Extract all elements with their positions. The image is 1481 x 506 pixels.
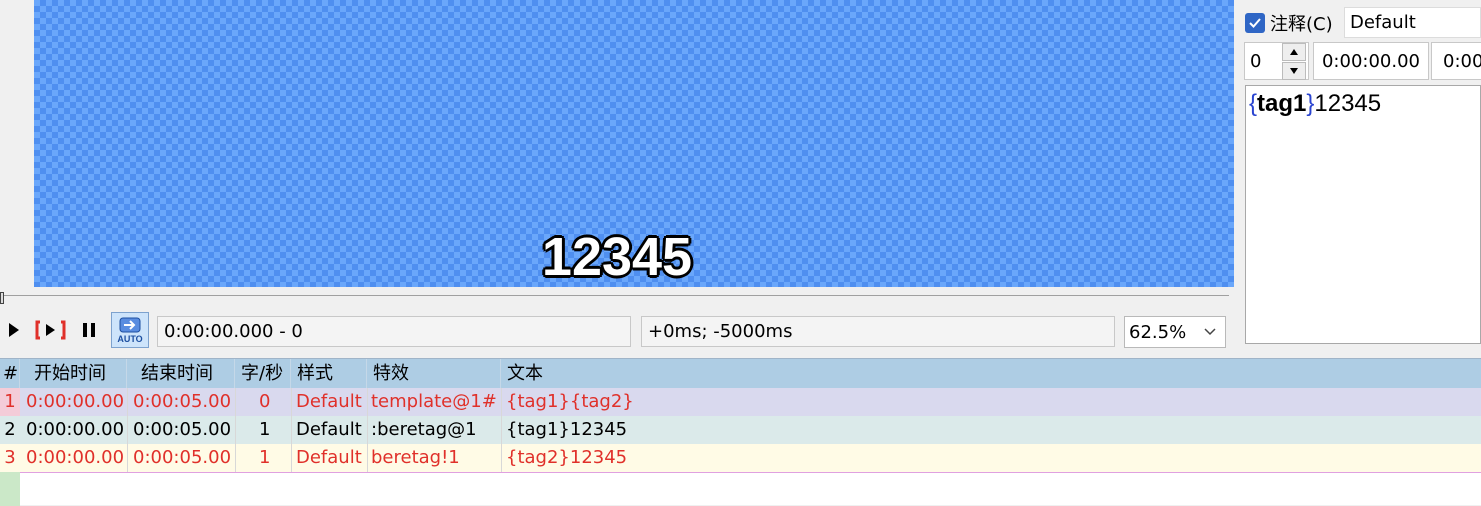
end-time-input[interactable]: 0:00	[1431, 42, 1481, 80]
tag-brace-open: {	[1249, 90, 1258, 117]
row-effect: beretag!1	[371, 447, 460, 468]
auto-scroll-button[interactable]: AUTO	[111, 312, 149, 348]
auto-scroll-icon	[119, 317, 141, 333]
row-style: Default	[296, 419, 362, 440]
row-cps: 1	[259, 419, 271, 440]
comment-checkbox[interactable]	[1245, 13, 1265, 33]
layer-spinner	[1282, 43, 1306, 80]
play-icon	[9, 323, 19, 337]
comment-label: 注释(C)	[1270, 14, 1333, 35]
spin-down-button[interactable]	[1282, 62, 1306, 80]
play-line-icon	[35, 320, 66, 340]
subtitle-text-editor[interactable]: {tag1}12345	[1245, 85, 1481, 344]
subtitle-grid[interactable]: # 开始时间 结束时间 字/秒 样式 特效 文本 1 0:00:00.00 0:…	[0, 358, 1481, 506]
arrow-down-icon	[1290, 68, 1298, 74]
zoom-value: 62.5%	[1129, 321, 1187, 343]
offset-display: +0ms; -5000ms	[641, 316, 1115, 347]
row-end: 0:00:05.00	[133, 419, 232, 440]
row-number: 3	[4, 447, 16, 468]
row-style: Default	[296, 447, 362, 468]
row-start: 0:00:00.00	[26, 391, 125, 412]
start-time-input[interactable]: 0:00:00.00	[1313, 42, 1429, 80]
grid-empty-gutter	[0, 472, 20, 506]
row-style: Default	[296, 391, 362, 412]
seek-track	[0, 295, 1229, 296]
video-display[interactable]: 12345	[34, 0, 1234, 287]
video-subtitle-text: 12345	[541, 227, 693, 287]
col-text[interactable]: 文本	[501, 359, 1481, 388]
row-end: 0:00:05.00	[133, 391, 232, 412]
checkmark-icon	[1249, 18, 1261, 28]
zoom-select[interactable]: 62.5%	[1124, 316, 1226, 348]
arrow-up-icon	[1290, 49, 1298, 55]
row-start: 0:00:00.00	[26, 447, 125, 468]
seek-handle[interactable]	[0, 292, 4, 304]
pause-button[interactable]	[76, 316, 102, 344]
col-effect[interactable]: 特效	[367, 359, 501, 388]
play-button[interactable]	[0, 316, 26, 344]
col-cps[interactable]: 字/秒	[235, 359, 291, 388]
row-end: 0:00:05.00	[133, 447, 232, 468]
seek-bar[interactable]	[0, 291, 1229, 301]
row-text: {tag1}12345	[506, 419, 628, 440]
col-start-time[interactable]: 开始时间	[20, 359, 127, 388]
table-row[interactable]: 1 0:00:00.00 0:00:05.00 0 Default templa…	[0, 388, 1481, 417]
row-text: {tag2}12345	[506, 447, 628, 468]
text-content: 12345	[1314, 90, 1382, 117]
row-effect: template@1#	[371, 391, 497, 412]
row-cps: 0	[259, 391, 271, 412]
table-row[interactable]: 3 0:00:00.00 0:00:05.00 1 Default bereta…	[0, 444, 1481, 473]
row-text: {tag1}{tag2}	[506, 391, 634, 412]
left-strip	[0, 0, 34, 290]
row-cps: 1	[259, 447, 271, 468]
col-style[interactable]: 样式	[291, 359, 367, 388]
row-number: 1	[4, 391, 16, 412]
auto-scroll-label: AUTO	[117, 334, 143, 344]
spin-up-button[interactable]	[1282, 43, 1306, 61]
col-end-time[interactable]: 结束时间	[127, 359, 235, 388]
col-number[interactable]: #	[0, 359, 20, 388]
row-number: 2	[4, 419, 16, 440]
row-start: 0:00:00.00	[26, 419, 125, 440]
chevron-down-icon	[1204, 328, 1216, 336]
table-row[interactable]: 2 0:00:00.00 0:00:05.00 1 Default :beret…	[0, 416, 1481, 445]
play-line-button[interactable]	[34, 316, 68, 344]
row-effect: :beretag@1	[371, 419, 477, 440]
style-select[interactable]: Default	[1344, 7, 1481, 38]
pause-icon	[83, 323, 95, 337]
tag-name: tag1	[1257, 90, 1307, 117]
time-display: 0:00:00.000 - 0	[157, 316, 631, 347]
